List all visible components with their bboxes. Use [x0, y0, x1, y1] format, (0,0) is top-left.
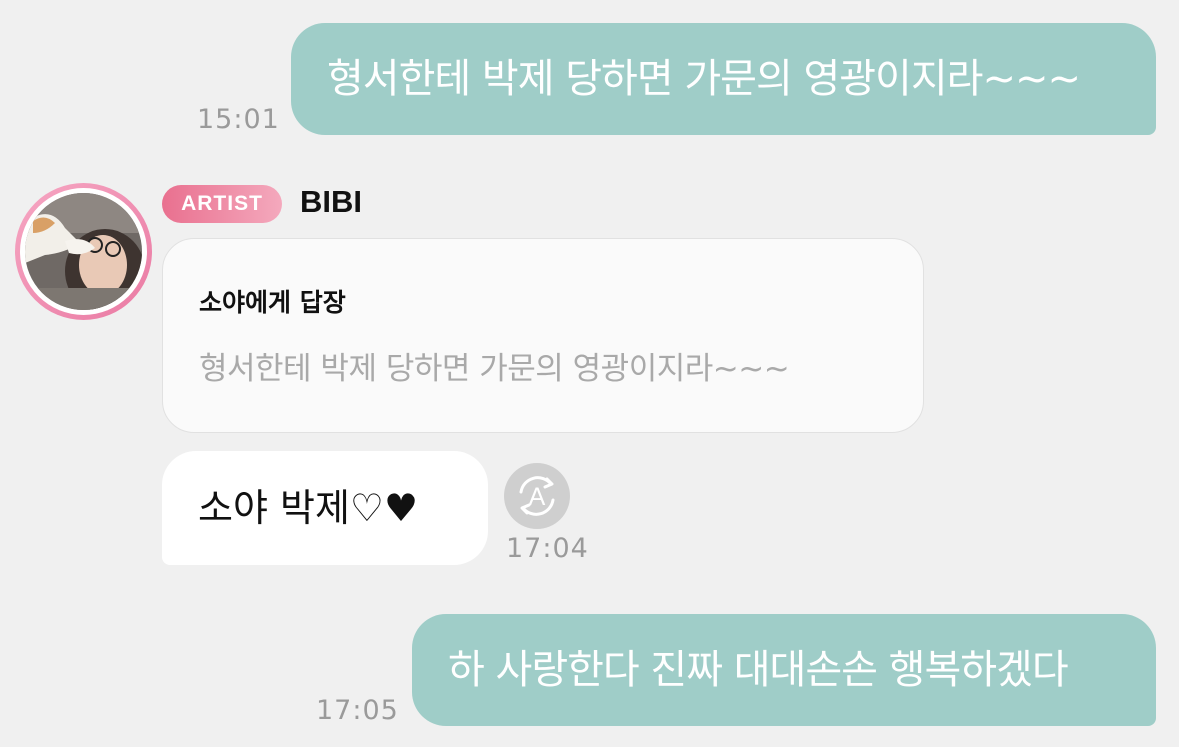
chat-view: 15:01 형서한테 박제 당하면 가문의 영광이지라~~~ ARTIST BI…: [0, 0, 1179, 747]
outgoing-message-bubble[interactable]: 형서한테 박제 당하면 가문의 영광이지라~~~: [291, 23, 1156, 135]
message-time: 15:01: [197, 104, 280, 135]
artist-badge: ARTIST: [162, 185, 282, 223]
reply-card[interactable]: 소야에게 답장 형서한테 박제 당하면 가문의 영광이지라~~~: [162, 238, 924, 433]
message-time: 17:04: [506, 533, 589, 564]
avatar-photo: [25, 193, 142, 310]
sender-name[interactable]: BIBI: [300, 184, 362, 220]
reply-quote: 형서한테 박제 당하면 가문의 영광이지라~~~: [199, 351, 790, 387]
translate-icon-letter: A: [529, 483, 546, 511]
message-time: 17:05: [316, 695, 399, 726]
outgoing-message-bubble[interactable]: 하 사랑한다 진짜 대대손손 행복하겠다: [412, 614, 1156, 726]
artist-avatar[interactable]: [15, 183, 152, 320]
translate-icon[interactable]: A: [503, 462, 571, 530]
reply-title: 소야에게 답장: [199, 288, 346, 317]
incoming-message-bubble[interactable]: 소야 박제♡♥: [162, 451, 488, 565]
